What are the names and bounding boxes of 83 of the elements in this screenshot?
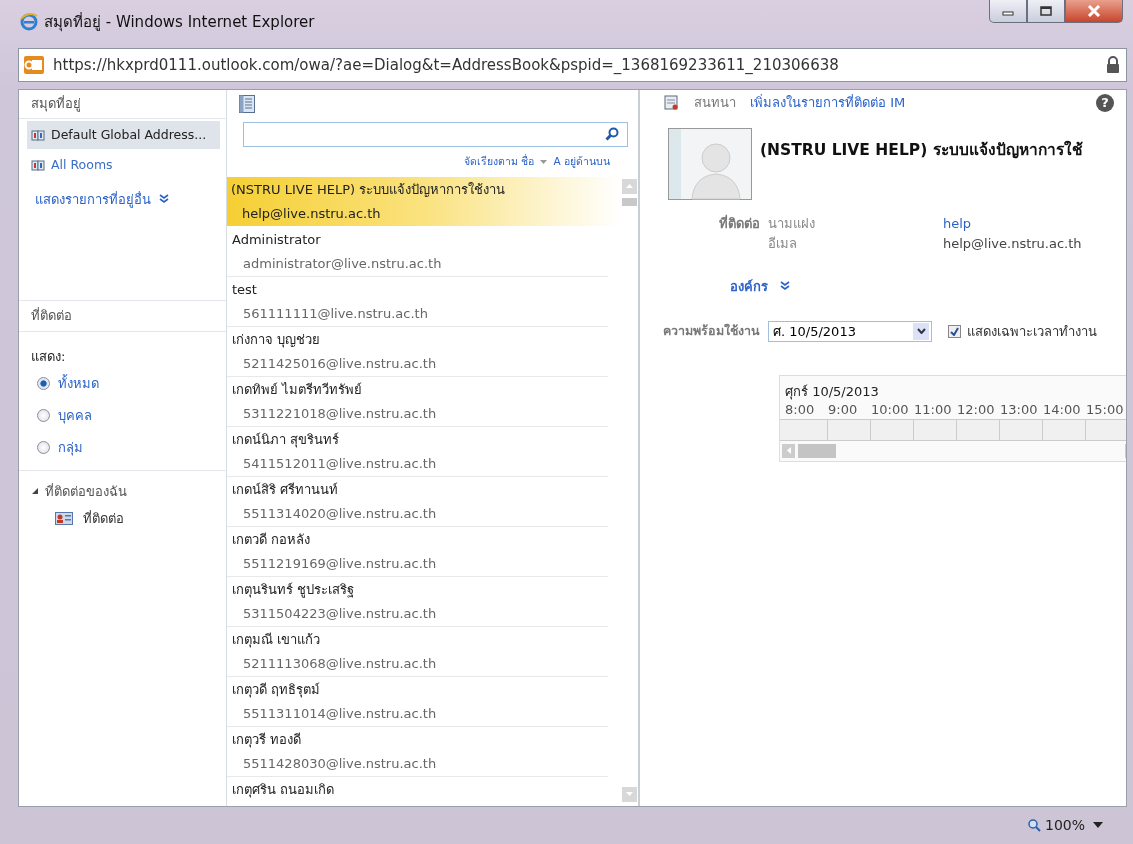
tree-item[interactable]: ที่ติดต่อของฉัน xyxy=(45,480,127,502)
contact-list-item[interactable]: เกตุศริน ถนอมเกิด xyxy=(227,776,608,806)
address-bar[interactable]: https://hkxprd0111.outlook.com/owa/?ae=Dialog&t=AddressBook&pspid=_1368169233611_210306638 xyxy=(18,48,1127,82)
search-field[interactable] xyxy=(243,121,628,147)
double-chevron-icon xyxy=(159,194,169,205)
contact-name: (NSTRU LIVE HELP) ระบบแจ้งปัญหาการใช้ xyxy=(760,139,1083,161)
section-toggle[interactable]: องค์กร xyxy=(712,275,768,297)
contact-list-item[interactable]: เกตวดี กอหลัง 5511219169@live.nstru.ac.th xyxy=(227,526,608,577)
radio-label[interactable]: กลุ่ม xyxy=(58,436,83,458)
field-group-label: ที่ติดต่อ xyxy=(718,213,760,233)
contact-list-item[interactable]: เกตุมณี เขาแก้ว 5211113068@live.nstru.ac.th xyxy=(227,626,608,677)
scroll-down-icon xyxy=(626,792,633,797)
maximize-icon xyxy=(1040,6,1052,16)
chevron-down-icon xyxy=(916,328,926,335)
magnifier-icon xyxy=(1027,818,1041,832)
contact-list-item[interactable]: test 561111111@live.nstru.ac.th xyxy=(227,276,608,327)
sort-order-link[interactable]: A อยู่ด้านบน xyxy=(553,153,610,171)
contact-list-item[interactable]: เกตุวรี ทองดี 5511428030@live.nstru.ac.th xyxy=(227,726,608,777)
dropdown-caret-icon[interactable] xyxy=(1093,822,1103,829)
tree-item[interactable]: ที่ติดต่อ xyxy=(83,507,124,529)
hour-label: 9:00 xyxy=(828,401,859,417)
hour-label: 11:00 xyxy=(914,401,953,417)
book-icon xyxy=(31,158,45,171)
scroll-thumb[interactable] xyxy=(798,443,836,458)
expand-triangle-icon[interactable] xyxy=(31,487,39,496)
date-dropdown[interactable]: ศ. 10/5/2013 xyxy=(768,320,932,342)
hour-label: 10:00 xyxy=(871,401,910,417)
double-chevron-icon[interactable] xyxy=(780,281,790,292)
hour-label: 12:00 xyxy=(957,401,996,417)
contact-list-item[interactable]: เก่งกาจ บุญช่วย 5211425016@live.nstru.ac.th xyxy=(227,326,608,377)
field-label: นามแฝง xyxy=(768,214,816,233)
window-title: สมุดที่อยู่ - Windows Internet Explorer xyxy=(44,11,316,34)
outlook-logo-icon xyxy=(23,55,45,75)
minimize-button[interactable] xyxy=(989,0,1027,23)
close-icon xyxy=(1087,5,1101,17)
show-label: แสดง: xyxy=(31,347,67,366)
hour-label: 14:00 xyxy=(1043,401,1082,417)
chat-icon[interactable] xyxy=(662,94,680,111)
check-icon xyxy=(950,326,959,336)
field-value: help@live.nstru.ac.th xyxy=(943,234,1083,253)
contact-list-item[interactable]: เกดน์สิริ ศรีทานนท์ 5511314020@live.nstru.ac.th xyxy=(227,476,608,527)
radio-button[interactable] xyxy=(37,408,50,422)
radio-button[interactable] xyxy=(37,376,50,390)
zoom-control[interactable]: 100% xyxy=(1027,817,1085,834)
pane-header: สมุดที่อยู่ xyxy=(19,89,226,119)
book-icon xyxy=(31,128,45,141)
contact-list-item[interactable]: เกตุนรินทร์ ชูประเสริฐ 5311504223@live.nstru.ac.th xyxy=(227,576,608,627)
scroll-left-icon xyxy=(786,447,791,455)
close-button[interactable] xyxy=(1065,0,1123,23)
contact-list-item[interactable]: Administrator administrator@live.nstru.ac.th xyxy=(227,226,608,277)
caret-icon xyxy=(540,159,548,164)
address-book-item[interactable]: All Rooms xyxy=(27,150,220,179)
hour-label: 8:00 xyxy=(785,401,816,417)
url-text: https://hkxprd0111.outlook.com/owa/?ae=Dialog&t=AddressBook&pspid=_1368169233611_210306638 xyxy=(53,56,840,74)
radio-label[interactable]: ทั้งหมด xyxy=(58,372,99,394)
checkbox[interactable] xyxy=(948,324,961,338)
sort-menu[interactable]: จัดเรียงตาม ชื่อ xyxy=(464,153,548,171)
schedule-date: ศุกร์ 10/5/2013 xyxy=(784,382,880,402)
contact-list-item[interactable]: เกดทิพย์ ไมตรีทวีทรัพย์ 5311221018@live.nstru.ac.th xyxy=(227,376,608,427)
section-header: ที่ติดต่อ xyxy=(19,299,226,332)
field-label: อีเมล xyxy=(768,234,798,253)
contact-list-item[interactable]: เกตุวดี ฤทธิรุตม์ 5511311014@live.nstru.ac.th xyxy=(227,676,608,727)
browser-logo-icon xyxy=(20,13,38,31)
hour-label: 13:00 xyxy=(1000,401,1039,417)
checkbox-label[interactable]: แสดงเฉพาะเวลาทำงาน xyxy=(967,320,1097,342)
chat-link[interactable]: สนทนา xyxy=(694,92,736,114)
radio-button[interactable] xyxy=(37,440,50,454)
scroll-thumb[interactable] xyxy=(622,197,637,206)
contact-list-item[interactable]: เกดน์นิภา สุขรินทร์ 5411512011@live.nstru.ac.th xyxy=(227,426,608,477)
field-link[interactable]: help xyxy=(943,213,1126,234)
address-book-item[interactable]: Default Global Address... xyxy=(27,120,220,149)
availability-label: ความพร้อมใช้งาน xyxy=(662,322,760,341)
scroll-up-icon xyxy=(626,184,633,189)
hour-label: 15:00 xyxy=(1086,401,1125,417)
radio-label[interactable]: บุคคล xyxy=(58,404,92,426)
search-icon[interactable] xyxy=(605,127,619,142)
list-view-icon[interactable] xyxy=(239,94,255,113)
help-icon[interactable]: ? xyxy=(1096,93,1114,112)
contact-card-icon xyxy=(55,511,73,525)
show-more-link[interactable]: แสดงรายการที่อยู่อื่น xyxy=(35,188,226,210)
maximize-button[interactable] xyxy=(1027,0,1065,23)
add-to-im-link[interactable]: เพิ่มลงในรายการที่ติดต่อ IM xyxy=(750,92,1082,114)
lock-icon xyxy=(1106,56,1120,74)
